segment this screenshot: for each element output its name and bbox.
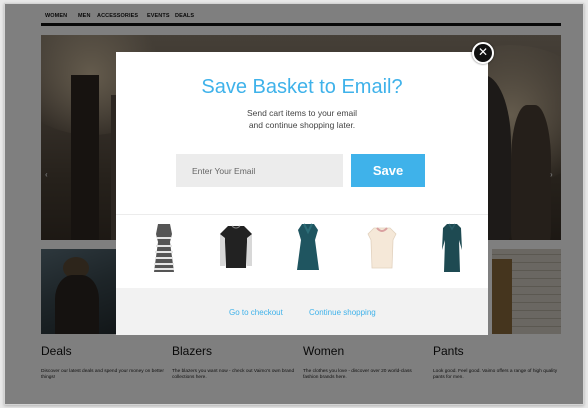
close-icon[interactable]: ✕: [472, 42, 494, 64]
continue-shopping-link[interactable]: Continue shopping: [309, 308, 376, 317]
basket-item-teal-long-dress[interactable]: [432, 220, 472, 276]
basket-item-striped-dress[interactable]: [144, 220, 184, 276]
basket-item-teal-dress[interactable]: [288, 220, 328, 276]
save-basket-modal: Save Basket to Email? Send cart items to…: [116, 52, 488, 335]
modal-subtitle-line: and continue shopping later.: [248, 120, 356, 130]
divider: [116, 214, 488, 215]
modal-footer: Go to checkout Continue shopping: [116, 288, 488, 335]
browser-frame: WOMEN MEN ACCESSORIES EVENTS DEALS ‹ › D…: [4, 3, 584, 405]
modal-subtitle: Send cart items to your email and contin…: [116, 107, 488, 131]
basket-item-black-sweater[interactable]: [216, 220, 256, 276]
save-button[interactable]: Save: [351, 154, 425, 187]
modal-subtitle-line: Send cart items to your email: [246, 108, 358, 118]
modal-title: Save Basket to Email?: [201, 76, 403, 98]
email-input[interactable]: [176, 154, 343, 187]
basket-item-cream-blouse[interactable]: [362, 220, 402, 276]
go-to-checkout-link[interactable]: Go to checkout: [229, 308, 283, 317]
